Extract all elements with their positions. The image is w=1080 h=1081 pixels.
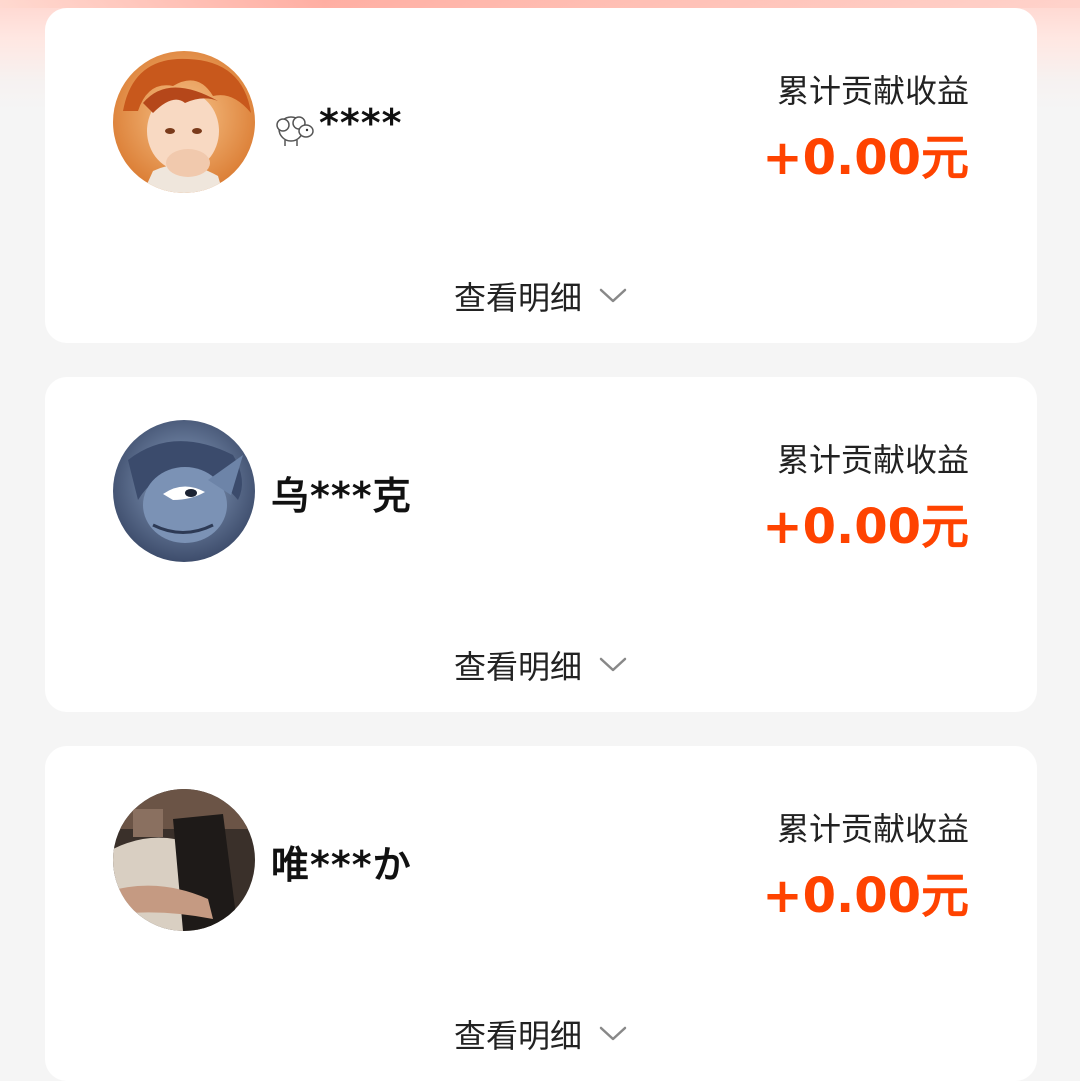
view-details-label: 查看明细 — [453, 648, 582, 686]
view-details-button[interactable]: 查看明细 — [45, 1012, 1037, 1056]
chevron-down-icon — [599, 657, 627, 672]
avatar[interactable] — [113, 789, 255, 931]
earnings-label: 累计贡献收益 — [776, 72, 969, 110]
contributor-card: 唯***か 累计贡献收益 +0.00元 查看明细 — [45, 746, 1037, 1081]
user-name-row: 乌***克 — [271, 457, 412, 527]
avatar[interactable] — [113, 420, 255, 562]
user-name-row: 唯***か — [271, 826, 412, 896]
earnings-label: 累计贡献收益 — [776, 810, 969, 848]
avatar-image — [113, 420, 255, 562]
sheep-icon — [276, 116, 314, 146]
username: **** — [319, 101, 403, 145]
chevron-down-icon — [599, 288, 627, 303]
view-details-button[interactable]: 查看明细 — [45, 643, 1037, 687]
view-details-label: 查看明细 — [453, 279, 582, 317]
earnings-value: +0.00元 — [762, 499, 969, 555]
earnings-label: 累计贡献收益 — [776, 441, 969, 479]
earnings-value: +0.00元 — [762, 868, 969, 924]
user-name-row: **** — [271, 88, 403, 158]
avatar-image — [113, 51, 255, 193]
username: 乌***克 — [271, 473, 412, 518]
contributor-card: 乌***克 累计贡献收益 +0.00元 查看明细 — [45, 377, 1037, 712]
username: 唯***か — [271, 842, 412, 887]
contributor-card: **** 累计贡献收益 +0.00元 查看明细 — [45, 8, 1037, 343]
avatar[interactable] — [113, 51, 255, 193]
view-details-button[interactable]: 查看明细 — [45, 274, 1037, 318]
avatar-image — [113, 789, 255, 931]
earnings-value: +0.00元 — [762, 130, 969, 186]
chevron-down-icon — [599, 1026, 627, 1041]
view-details-label: 查看明细 — [453, 1017, 582, 1055]
